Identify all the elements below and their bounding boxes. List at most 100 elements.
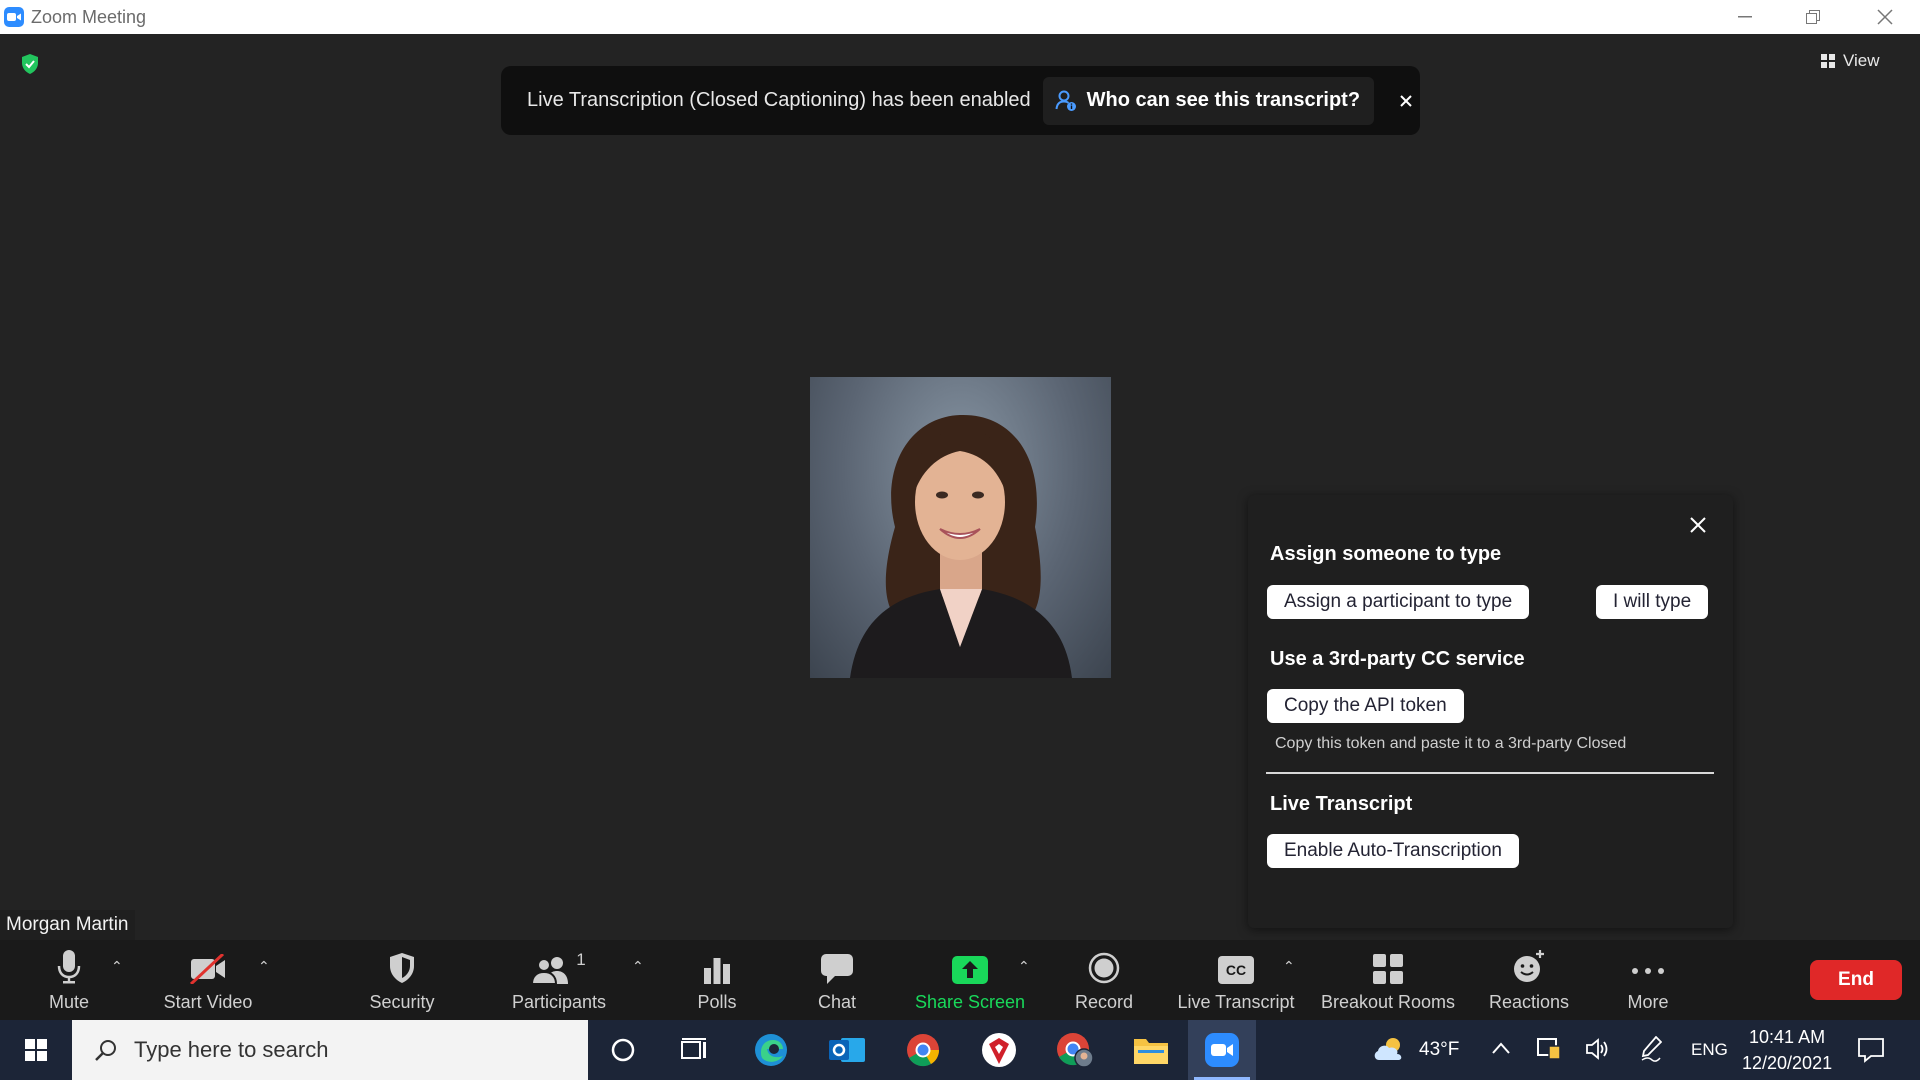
edge-browser-button[interactable] xyxy=(738,1020,804,1080)
live-transcript-label: Live Transcript xyxy=(1177,992,1295,1012)
record-button[interactable]: Record xyxy=(1071,940,1137,1020)
start-video-button[interactable]: Start Video xyxy=(150,940,266,1020)
close-window-button[interactable] xyxy=(1850,0,1920,34)
polls-bar-chart-icon xyxy=(704,958,730,984)
share-screen-label: Share Screen xyxy=(914,992,1026,1012)
minimize-button[interactable] xyxy=(1710,0,1780,34)
end-meeting-button[interactable]: End xyxy=(1810,960,1902,1000)
close-panel-icon[interactable] xyxy=(1690,517,1706,538)
show-hidden-icons-chevron-icon[interactable] xyxy=(1492,1042,1510,1054)
view-grid-icon xyxy=(1821,54,1835,68)
live-transcript-button[interactable]: CC Live Transcript xyxy=(1174,940,1298,1020)
video-off-icon xyxy=(189,954,225,984)
cortana-button[interactable] xyxy=(590,1020,656,1080)
closed-caption-panel: Assign someone to type Assign a particip… xyxy=(1248,495,1733,928)
chrome-profile-icon xyxy=(1057,1033,1094,1068)
assign-heading: Assign someone to type xyxy=(1270,543,1502,565)
chrome-button[interactable] xyxy=(890,1020,956,1080)
edge-icon xyxy=(755,1034,787,1066)
file-explorer-button[interactable] xyxy=(1118,1020,1184,1080)
participants-label: Participants xyxy=(511,992,607,1012)
start-video-label: Start Video xyxy=(163,992,253,1012)
taskbar-clock[interactable]: 10:41 AM 12/20/2021 xyxy=(1742,1024,1832,1076)
i-will-type-button[interactable]: I will type xyxy=(1596,585,1709,619)
live-transcript-heading: Live Transcript xyxy=(1270,793,1413,815)
enable-auto-transcription-button[interactable]: Enable Auto-Transcription xyxy=(1267,834,1519,868)
pen-ink-icon[interactable] xyxy=(1640,1036,1662,1062)
participants-icon xyxy=(532,957,569,984)
view-label: View xyxy=(1843,51,1880,70)
reactions-label: Reactions xyxy=(1488,992,1570,1012)
clock-time: 10:41 AM xyxy=(1749,1027,1826,1047)
record-label: Record xyxy=(1074,992,1134,1012)
security-button[interactable]: Security xyxy=(360,940,444,1020)
transcript-options-caret-icon[interactable]: ⌃ xyxy=(1283,958,1295,975)
breakout-rooms-button[interactable]: Breakout Rooms xyxy=(1318,940,1458,1020)
breakout-rooms-grid-icon xyxy=(1373,954,1403,984)
participants-button[interactable]: 1 Participants xyxy=(508,940,610,1020)
zoom-taskbar-button[interactable] xyxy=(1188,1020,1256,1080)
windows-taskbar: Type here to search 43°F ENG 10:41 AM 12… xyxy=(0,1020,1920,1080)
participant-video-tile[interactable] xyxy=(810,377,1111,678)
share-screen-button[interactable]: Share Screen xyxy=(914,940,1026,1020)
copy-api-token-button[interactable]: Copy the API token xyxy=(1267,689,1464,723)
copy-token-hint: Copy this token and paste it to a 3rd-pa… xyxy=(1275,735,1627,752)
encryption-shield-icon[interactable] xyxy=(20,53,40,80)
polls-button[interactable]: Polls xyxy=(688,940,746,1020)
more-label: More xyxy=(1627,992,1669,1012)
notification-message: Live Transcription (Closed Captioning) h… xyxy=(527,89,1031,111)
participants-caret-icon[interactable]: ⌃ xyxy=(632,958,644,975)
mute-label: Mute xyxy=(48,992,90,1012)
volume-icon[interactable] xyxy=(1586,1038,1612,1060)
input-language[interactable]: ENG xyxy=(1691,1040,1728,1060)
outlook-button[interactable] xyxy=(814,1020,880,1080)
close-notification-icon[interactable] xyxy=(1400,94,1412,107)
chrome-profile-button[interactable] xyxy=(1042,1020,1108,1080)
task-view-button[interactable] xyxy=(662,1020,728,1080)
restore-button[interactable] xyxy=(1778,0,1848,34)
weather-cloud-icon xyxy=(1374,1038,1402,1060)
more-dots-icon xyxy=(1632,968,1664,974)
mute-button[interactable]: Mute xyxy=(39,940,99,1020)
outlook-icon xyxy=(829,1038,865,1062)
more-button[interactable]: More xyxy=(1618,940,1678,1020)
device-sync-icon[interactable] xyxy=(1537,1036,1561,1060)
share-options-caret-icon[interactable]: ⌃ xyxy=(1018,958,1030,975)
polls-label: Polls xyxy=(697,992,737,1012)
chat-label: Chat xyxy=(817,992,857,1012)
security-label: Security xyxy=(369,992,435,1012)
share-screen-arrow-icon xyxy=(952,956,988,984)
start-button[interactable] xyxy=(2,1020,70,1080)
window-title: Zoom Meeting xyxy=(31,7,147,27)
windows-logo-icon xyxy=(25,1039,47,1061)
weather-temperature[interactable]: 43°F xyxy=(1419,1039,1459,1061)
chat-bubble-icon xyxy=(821,954,853,984)
assign-participant-button[interactable]: Assign a participant to type xyxy=(1267,585,1530,619)
view-button[interactable]: View xyxy=(1821,47,1880,75)
microphone-icon xyxy=(57,950,81,984)
search-icon xyxy=(95,1040,116,1061)
cortana-circle-icon xyxy=(611,1038,635,1062)
closed-caption-icon: CC xyxy=(1218,956,1254,984)
participant-name-label: Morgan Martin xyxy=(0,910,135,940)
folder-icon xyxy=(1134,1039,1168,1064)
person-info-icon xyxy=(1055,90,1076,111)
who-can-see-label: Who can see this transcript? xyxy=(1086,89,1361,111)
audio-options-caret-icon[interactable]: ⌃ xyxy=(111,958,123,975)
participant-profile-photo xyxy=(850,414,1072,678)
video-options-caret-icon[interactable]: ⌃ xyxy=(258,958,270,975)
notifications-icon[interactable] xyxy=(1858,1037,1884,1063)
zoom-app-icon xyxy=(4,7,24,27)
third-party-heading: Use a 3rd-party CC service xyxy=(1270,648,1525,670)
transcription-notification: Live Transcription (Closed Captioning) h… xyxy=(501,66,1420,135)
red-app-button[interactable] xyxy=(966,1020,1032,1080)
who-can-see-button[interactable]: Who can see this transcript? xyxy=(1042,76,1375,125)
participants-count: 1 xyxy=(576,950,586,969)
red-shield-app-icon xyxy=(982,1033,1016,1067)
chat-button[interactable]: Chat xyxy=(808,940,866,1020)
panel-divider xyxy=(1266,772,1714,774)
reactions-button[interactable]: Reactions xyxy=(1484,940,1574,1020)
taskbar-search-box[interactable]: Type here to search xyxy=(72,1020,588,1080)
search-placeholder: Type here to search xyxy=(134,1037,329,1062)
clock-date: 12/20/2021 xyxy=(1742,1053,1833,1073)
